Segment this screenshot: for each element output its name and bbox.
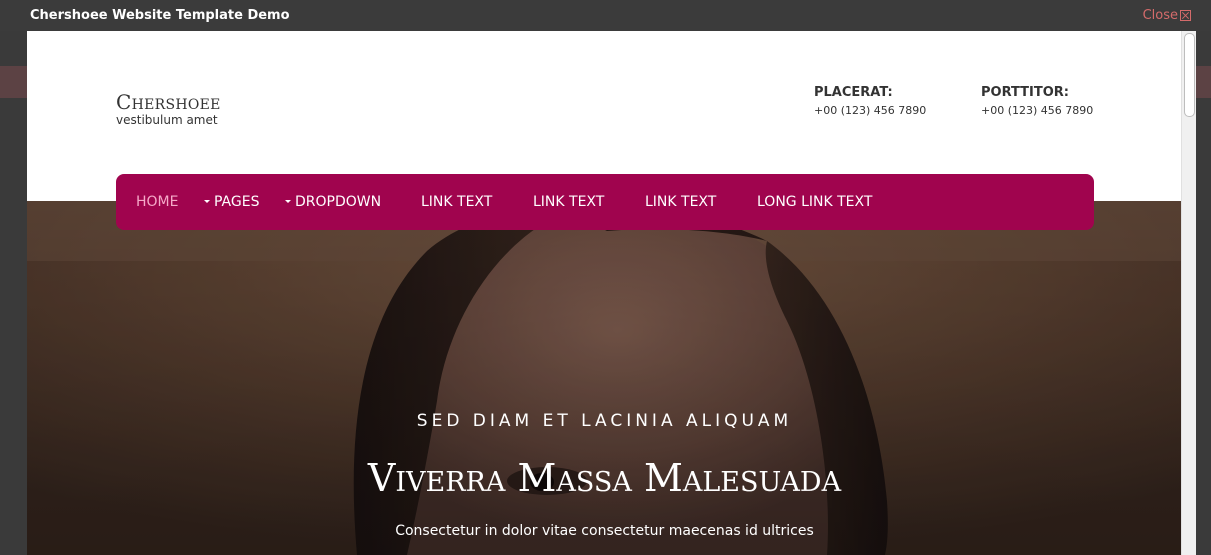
contact-phone: +00 (123) 456 7890 xyxy=(981,104,1094,117)
modal-titlebar: Chershoee Website Template Demo Close xyxy=(0,0,1211,31)
modal-title: Chershoee Website Template Demo xyxy=(30,8,290,23)
nav-item-label: LINK TEXT xyxy=(421,194,493,210)
nav-item-label: LINK TEXT xyxy=(645,194,717,210)
nav-item-label: DROPDOWN xyxy=(295,194,382,210)
backdrop-strip-right xyxy=(1196,66,1211,98)
close-label[interactable]: Close xyxy=(1143,8,1178,23)
nav-item-link-text-1[interactable]: LINK TEXT xyxy=(421,174,492,230)
nav-item-home[interactable]: HOME xyxy=(136,174,178,230)
hero-background-image xyxy=(27,201,1182,555)
nav-item-label: LINK TEXT xyxy=(533,194,605,210)
nav-item-pages[interactable]: PAGES xyxy=(204,174,259,230)
hero-subline: Consectetur in dolor vitae consectetur m… xyxy=(395,523,814,539)
scrollbar[interactable] xyxy=(1181,31,1196,555)
contact-placerat: PLACERAT: +00 (123) 456 7890 xyxy=(814,85,926,121)
nav-item-link-text-3[interactable]: LINK TEXT xyxy=(645,174,716,230)
backdrop-strip-left xyxy=(0,66,27,98)
nav-item-long-link-text[interactable]: LONG LINK TEXT xyxy=(757,174,872,230)
close-button[interactable]: Close xyxy=(1143,8,1191,23)
contact-phone: +00 (123) 456 7890 xyxy=(814,104,927,117)
main-nav: HOME PAGES DROPDOWN LINK TEXT LINK TEXT … xyxy=(116,174,1094,230)
demo-frame: Chershoee vestibulum amet PLACERAT: +00 … xyxy=(27,31,1196,555)
contact-label: PLACERAT: xyxy=(814,85,893,100)
nav-item-label: LONG LINK TEXT xyxy=(757,194,873,210)
logo[interactable]: Chershoee vestibulum amet xyxy=(116,91,221,127)
nav-item-dropdown[interactable]: DROPDOWN xyxy=(285,174,381,230)
caret-down-icon xyxy=(204,199,210,203)
hero-banner: SED DIAM ET LACINIA ALIQUAM Viverra Mass… xyxy=(27,201,1182,555)
nav-item-label: PAGES xyxy=(214,194,260,210)
close-icon[interactable] xyxy=(1180,10,1191,21)
nav-item-link-text-2[interactable]: LINK TEXT xyxy=(533,174,604,230)
hero-kicker: SED DIAM ET LACINIA ALIQUAM xyxy=(416,411,793,431)
hero-headline: Viverra Massa Malesuada xyxy=(367,456,842,500)
logo-title[interactable]: Chershoee xyxy=(116,91,221,113)
contact-porttitor: PORTTITOR: +00 (123) 456 7890 xyxy=(981,85,1093,121)
nav-item-label: HOME xyxy=(136,194,179,210)
contact-label: PORTTITOR: xyxy=(981,85,1070,100)
logo-tagline: vestibulum amet xyxy=(116,113,218,127)
caret-down-icon xyxy=(285,199,291,203)
scrollbar-thumb[interactable] xyxy=(1184,33,1195,117)
